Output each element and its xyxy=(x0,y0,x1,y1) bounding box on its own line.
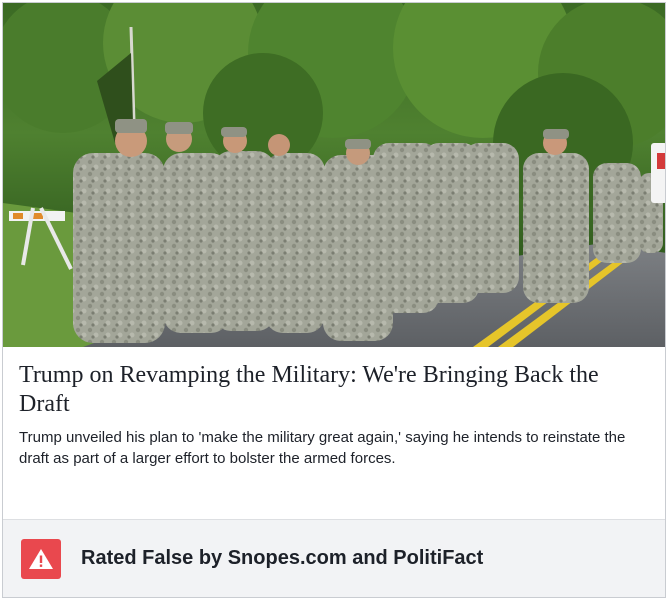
news-card[interactable]: Trump on Revamping the Military: We're B… xyxy=(2,2,666,598)
article-text[interactable]: Trump on Revamping the Military: We're B… xyxy=(3,347,665,519)
warning-badge xyxy=(21,538,61,579)
article-image[interactable] xyxy=(3,3,665,347)
rating-label[interactable]: Rated False by Snopes.com and PolitiFact xyxy=(81,547,483,570)
warning-icon xyxy=(29,548,53,569)
fact-check-rating-bar[interactable]: Rated False by Snopes.com and PolitiFact xyxy=(3,519,665,597)
soldiers-marching-photo xyxy=(3,3,665,347)
article-summary: Trump unveiled his plan to 'make the mil… xyxy=(19,429,626,467)
article-headline[interactable]: Trump on Revamping the Military: We're B… xyxy=(19,361,649,419)
